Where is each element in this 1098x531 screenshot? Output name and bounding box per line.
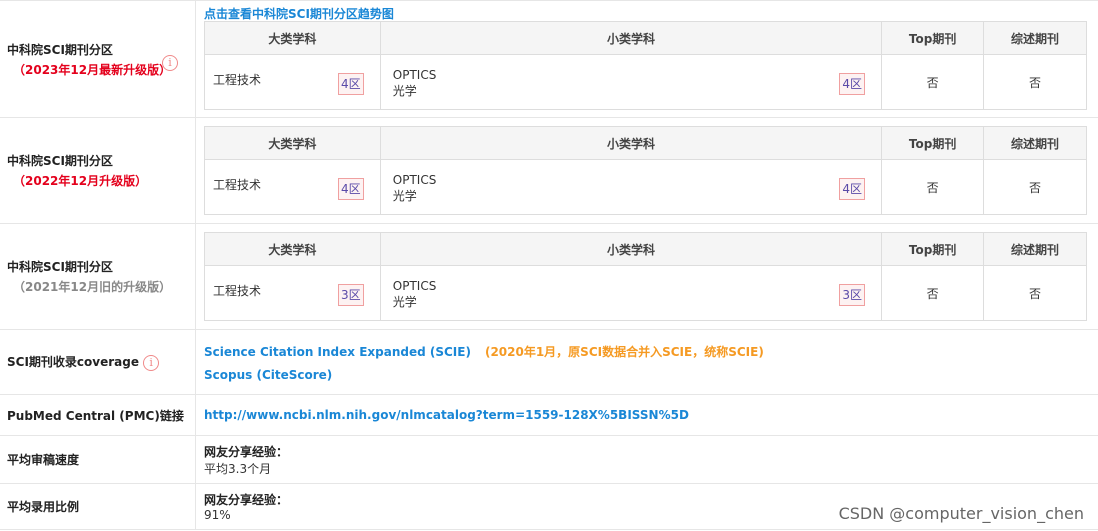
header-review: 综述期刊 [983, 126, 1087, 160]
partition-subtitle: （2021年12月旧的升级版） [13, 280, 172, 294]
header-review: 综述期刊 [983, 232, 1087, 266]
partition-row-2022: 中科院SCI期刊分区 （2022年12月升级版） 大类学科 小类学科 Top期刊… [0, 118, 1098, 224]
info-icon[interactable]: i [143, 355, 160, 371]
small-category-en: OPTICS [392, 68, 437, 82]
header-review: 综述期刊 [983, 21, 1087, 55]
partition-subtitle: （2022年12月升级版） [13, 174, 148, 188]
partition-value: 点击查看中科院SCI期刊分区趋势图 大类学科 小类学科 Top期刊 综述期刊 工… [196, 1, 1098, 117]
header-big: 大类学科 [204, 232, 381, 266]
big-category: 工程技术 [213, 178, 262, 192]
coverage-label: SCI期刊收录coverage i [0, 330, 196, 394]
review-value: 否 [983, 159, 1087, 215]
partition-label: 中科院SCI期刊分区 （2022年12月升级版） [0, 118, 196, 223]
review-value: 否 [983, 54, 1087, 110]
review-value: 否 [983, 265, 1087, 321]
partition-label: 中科院SCI期刊分区 （2023年12月最新升级版） i [0, 1, 196, 117]
watermark: CSDN @computer_vision_chen [838, 504, 1084, 523]
scie-link[interactable]: Science Citation Index Expanded (SCIE) [204, 345, 471, 359]
header-small: 小类学科 [379, 232, 883, 266]
small-category-cn: 光学 [392, 295, 417, 309]
zone-badge: 4区 [337, 178, 364, 200]
big-category-cell: 工程技术 4区 [204, 54, 381, 110]
partition-row-2023: 中科院SCI期刊分区 （2023年12月最新升级版） i 点击查看中科院SCI期… [0, 1, 1098, 118]
header-small: 小类学科 [379, 21, 883, 55]
info-icon[interactable]: i [162, 55, 178, 71]
big-category: 工程技术 [213, 284, 262, 298]
header-small: 小类学科 [379, 126, 883, 160]
partition-table: 大类学科 小类学科 Top期刊 综述期刊 工程技术 4区 OPTICS 光学 4区 否… [204, 126, 1087, 215]
zone-badge: 4区 [839, 178, 866, 200]
partition-title: 中科院SCI期刊分区 [7, 260, 113, 274]
zone-badge: 4区 [839, 73, 866, 95]
small-category-cn: 光学 [392, 84, 417, 98]
zone-badge: 3区 [337, 284, 364, 306]
partition-title: 中科院SCI期刊分区 [7, 154, 113, 168]
header-big: 大类学科 [204, 126, 381, 160]
small-category-en: OPTICS [392, 173, 437, 187]
partition-row-2021: 中科院SCI期刊分区 （2021年12月旧的升级版） 大类学科 小类学科 Top… [0, 224, 1098, 330]
small-category-en: OPTICS [392, 279, 437, 293]
small-category-cell: OPTICS 光学 4区 [379, 159, 883, 215]
partition-value: 大类学科 小类学科 Top期刊 综述期刊 工程技术 4区 OPTICS 光学 4区 否… [196, 118, 1098, 223]
review-speed-text: 平均3.3个月 [204, 461, 272, 476]
pmc-label: PubMed Central (PMC)链接 [0, 395, 196, 435]
pmc-link[interactable]: http://www.ncbi.nlm.nih.gov/nlmcatalog?t… [204, 408, 689, 422]
big-category-cell: 工程技术 4区 [204, 159, 381, 215]
zone-badge: 3区 [839, 284, 866, 306]
top-value: 否 [881, 54, 985, 110]
top-value: 否 [881, 265, 985, 321]
header-top: Top期刊 [881, 232, 985, 266]
scopus-link[interactable]: Scopus (CiteScore) [204, 368, 332, 382]
scie-note: (2020年1月，原SCI数据合并入SCIE，统称SCIE) [484, 344, 764, 359]
trend-link[interactable]: 点击查看中科院SCI期刊分区趋势图 [204, 5, 394, 22]
partition-table: 大类学科 小类学科 Top期刊 综述期刊 工程技术 3区 OPTICS 光学 3区 否… [204, 232, 1087, 321]
coverage-row: SCI期刊收录coverage i Science Citation Index… [0, 330, 1098, 395]
pmc-row: PubMed Central (PMC)链接 http://www.ncbi.n… [0, 395, 1098, 436]
partition-subtitle: （2023年12月最新升级版） i [7, 55, 195, 78]
accept-rate-label: 平均录用比例 [0, 484, 196, 529]
small-category-cell: OPTICS 光学 4区 [379, 54, 883, 110]
partition-label: 中科院SCI期刊分区 （2021年12月旧的升级版） [0, 224, 196, 329]
partition-value: 大类学科 小类学科 Top期刊 综述期刊 工程技术 3区 OPTICS 光学 3区 否… [196, 224, 1098, 329]
coverage-label-text: SCI期刊收录coverage [7, 355, 139, 369]
big-category: 工程技术 [213, 73, 262, 87]
top-value: 否 [881, 159, 985, 215]
zone-badge: 4区 [337, 73, 364, 95]
pmc-value: http://www.ncbi.nlm.nih.gov/nlmcatalog?t… [196, 395, 1098, 435]
small-category-cell: OPTICS 光学 3区 [379, 265, 883, 321]
experience-title: 网友分享经验： [204, 444, 289, 459]
partition-table: 大类学科 小类学科 Top期刊 综述期刊 工程技术 4区 OPTICS 光学 4区 否… [204, 21, 1087, 110]
header-top: Top期刊 [881, 21, 985, 55]
review-speed-label: 平均审稿速度 [0, 436, 196, 483]
header-top: Top期刊 [881, 126, 985, 160]
small-category-cn: 光学 [392, 189, 417, 203]
big-category-cell: 工程技术 3区 [204, 265, 381, 321]
coverage-value: Science Citation Index Expanded (SCIE) (2… [196, 330, 1098, 394]
review-speed-value: 网友分享经验： 平均3.3个月 [196, 436, 1098, 483]
review-speed-row: 平均审稿速度 网友分享经验： 平均3.3个月 [0, 436, 1098, 484]
journal-info-table: 中科院SCI期刊分区 （2023年12月最新升级版） i 点击查看中科院SCI期… [0, 0, 1098, 530]
header-big: 大类学科 [204, 21, 381, 55]
